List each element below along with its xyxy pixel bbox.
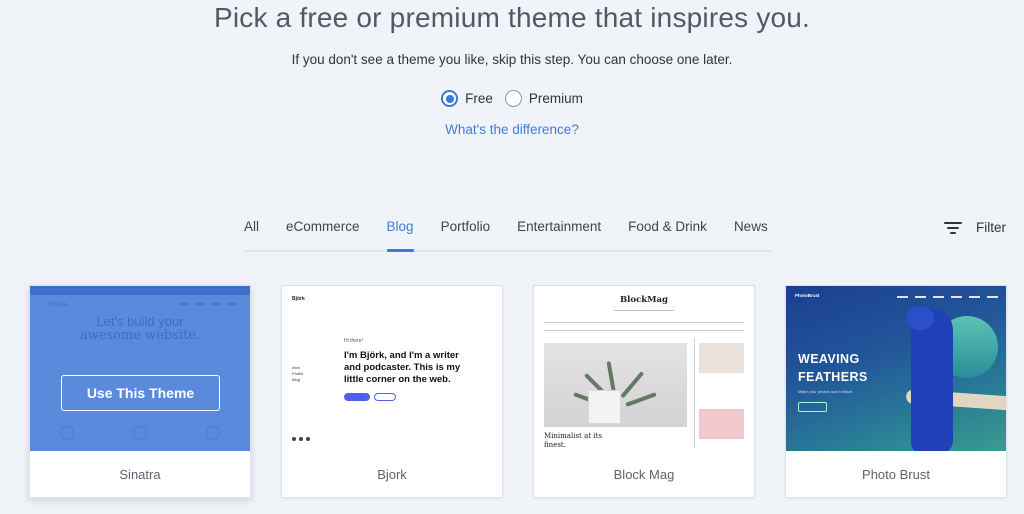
preview-headline: WEAVING FEATHERS: [798, 352, 868, 384]
preview-tagline: Make your photos look brilliant: [798, 389, 853, 394]
radio-premium[interactable]: Premium: [504, 90, 583, 107]
hover-overlay: [30, 286, 250, 451]
tab-ecommerce[interactable]: eCommerce: [286, 210, 360, 250]
preview-secondary-button: [374, 393, 396, 401]
preview-parrot-head: [906, 306, 934, 330]
radio-premium-label: Premium: [528, 91, 583, 106]
radio-free[interactable]: Free: [441, 90, 493, 107]
preview-nav: [544, 322, 744, 331]
theme-card-photo-brust[interactable]: PhotoBrust WEAVING FEATHERS Make your ph…: [785, 285, 1007, 498]
tab-blog[interactable]: Blog: [386, 210, 414, 252]
filter-icon: [944, 221, 962, 235]
preview-social-icons: [292, 437, 310, 441]
theme-preview-bjork[interactable]: Björk Intro Profile Blog Hi there! I'm B…: [282, 286, 502, 451]
theme-name: Sinatra: [119, 467, 161, 482]
preview-headline: Minimalist at its finest.: [544, 432, 602, 449]
category-tabs: All eCommerce Blog Portfolio Entertainme…: [244, 210, 772, 252]
filter-button[interactable]: Filter: [944, 220, 1006, 235]
radio-free-label: Free: [465, 91, 493, 106]
preview-intro: I'm Björk, and I'm a writer and podcaste…: [344, 350, 461, 385]
theme-name: Block Mag: [613, 467, 675, 482]
pricing-radio-group: Free Premium: [0, 90, 1024, 107]
preview-divider: [694, 338, 695, 448]
preview-tagline: [614, 310, 674, 311]
theme-name: Photo Brust: [862, 467, 930, 482]
difference-link[interactable]: What's the difference?: [0, 122, 1024, 137]
preview-side-links: Intro Profile Blog: [292, 365, 304, 382]
tab-news[interactable]: News: [734, 210, 768, 250]
tab-entertainment[interactable]: Entertainment: [517, 210, 601, 250]
preview-plant-pot: [588, 390, 621, 424]
theme-preview-photo-brust[interactable]: PhotoBrust WEAVING FEATHERS Make your ph…: [786, 286, 1006, 451]
theme-preview-sinatra[interactable]: Sinatra Let's build your awesome website…: [30, 286, 250, 451]
preview-primary-button: [344, 393, 370, 401]
preview-side-image: [699, 409, 744, 439]
tab-food-drink[interactable]: Food & Drink: [628, 210, 707, 250]
theme-card-block-mag[interactable]: BlockMag Minimalist at its finest. Block…: [533, 285, 755, 498]
tab-all[interactable]: All: [244, 210, 259, 250]
use-this-theme-button[interactable]: Use This Theme: [61, 375, 220, 411]
preview-brand: BlockMag: [619, 295, 668, 305]
tab-portfolio[interactable]: Portfolio: [441, 210, 491, 250]
preview-brand: Björk: [292, 296, 305, 302]
page-subtitle: If you don't see a theme you like, skip …: [291, 52, 733, 67]
preview-nav: [897, 296, 998, 298]
page-title: Pick a free or premium theme that inspir…: [213, 2, 811, 33]
theme-preview-block-mag[interactable]: BlockMag Minimalist at its finest.: [534, 286, 754, 451]
preview-greeting: Hi there!: [344, 338, 363, 344]
theme-card-sinatra[interactable]: Sinatra Let's build your awesome website…: [29, 285, 251, 498]
radio-premium-indicator[interactable]: [504, 90, 522, 107]
preview-side-image: [699, 343, 744, 373]
theme-name: Bjork: [377, 467, 407, 482]
preview-cta-button: [798, 402, 827, 412]
radio-free-indicator[interactable]: [441, 90, 459, 107]
preview-brand: PhotoBrust: [795, 293, 820, 298]
filter-label: Filter: [976, 220, 1006, 235]
theme-card-bjork[interactable]: Björk Intro Profile Blog Hi there! I'm B…: [281, 285, 503, 498]
